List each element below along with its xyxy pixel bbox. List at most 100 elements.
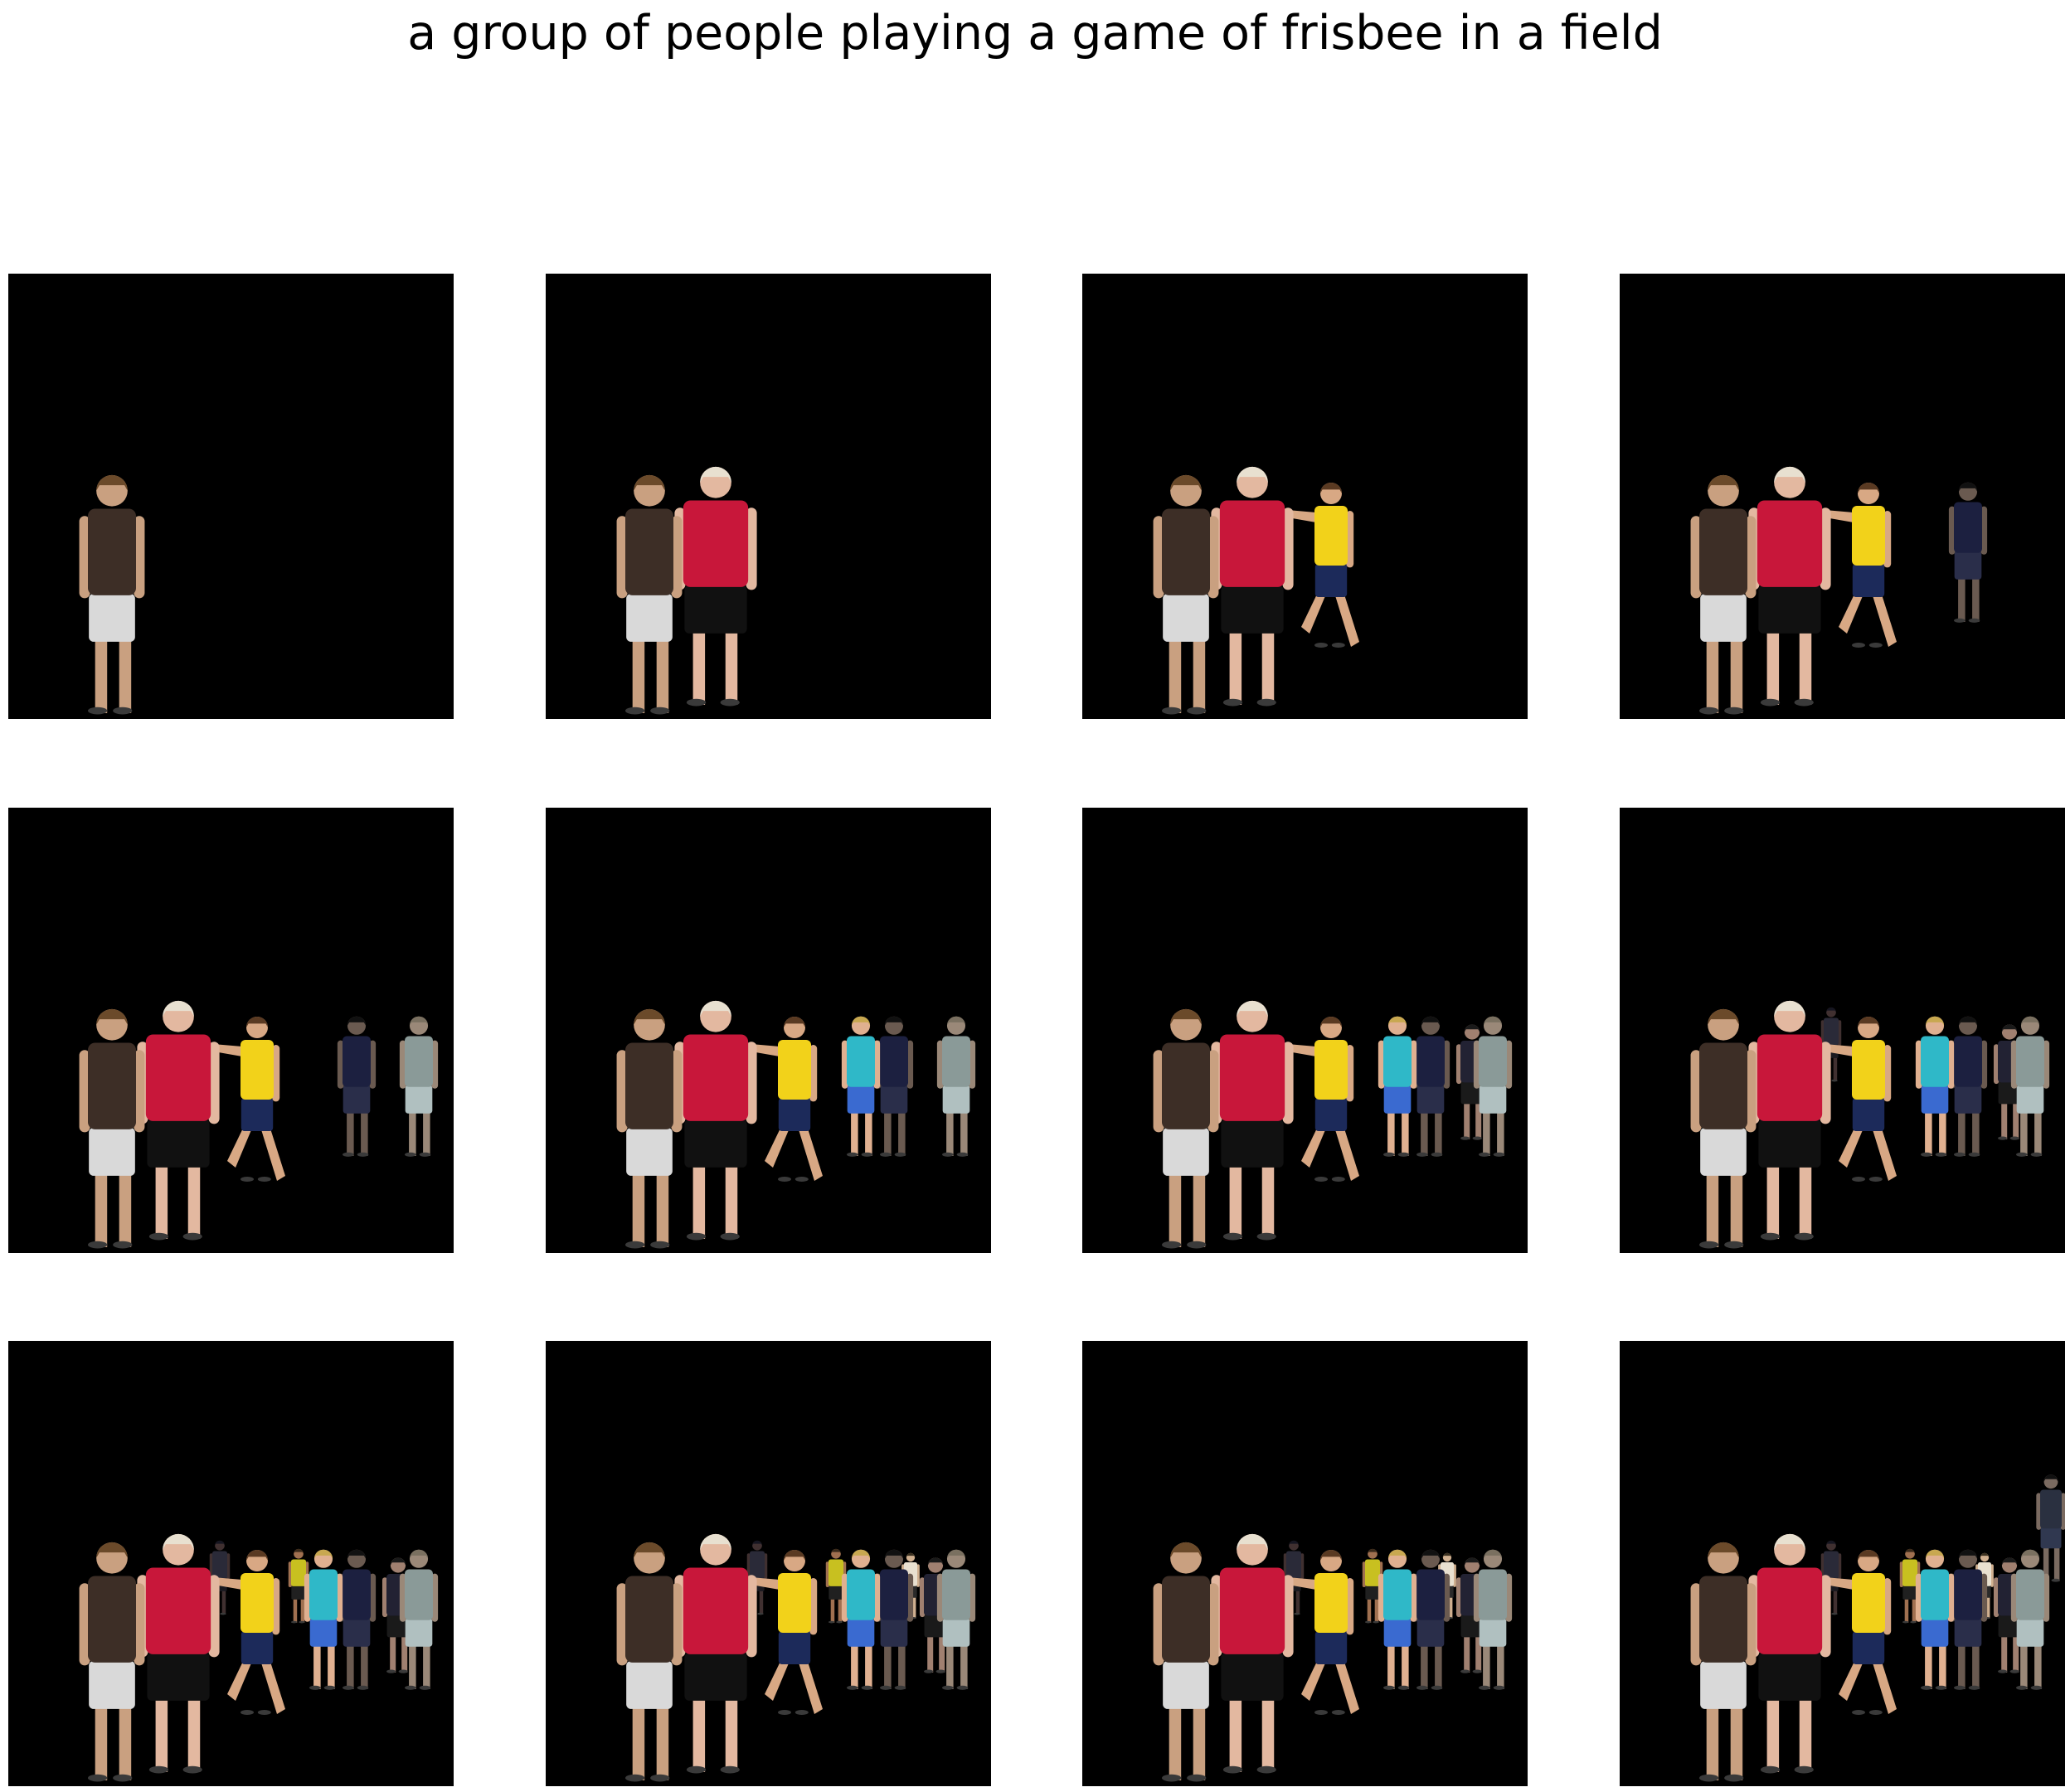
image-panel-11 bbox=[1082, 1341, 1528, 1786]
child-background-shoe bbox=[935, 1669, 945, 1673]
boy-yellow-jersey-shorts bbox=[778, 1631, 811, 1664]
player-striped-shoe bbox=[894, 1685, 906, 1690]
player-striped-shoe bbox=[894, 1152, 906, 1157]
man-brown-shirt-shoe bbox=[113, 707, 133, 715]
player-gray-faded-shirt bbox=[942, 1569, 970, 1620]
player-gray-faded-shoe bbox=[2030, 1152, 2043, 1157]
boy-yellow-jersey-shorts bbox=[1314, 1631, 1348, 1664]
image-panel-3 bbox=[1082, 274, 1528, 719]
boy-yellow-jersey-shirt bbox=[1852, 1040, 1885, 1100]
man-brown-shirt-shoe bbox=[625, 707, 645, 715]
man-brown-shirt-shirt bbox=[1699, 1576, 1747, 1663]
player-yellow-back-shoe bbox=[299, 1620, 305, 1624]
player-dark-back-shirt bbox=[212, 1551, 227, 1578]
player-striped-shorts bbox=[1416, 1618, 1445, 1647]
boy-yellow-jersey-shorts bbox=[1852, 1631, 1885, 1664]
boy-yellow-jersey-shoe bbox=[257, 1710, 271, 1715]
man-red-shirt-shoe bbox=[686, 1232, 707, 1241]
man-brown-shirt-shoe bbox=[1724, 707, 1744, 715]
man-brown-shirt-shoe bbox=[625, 1241, 645, 1249]
man-brown-shirt-figure bbox=[1153, 1542, 1219, 1782]
player-striped-figure bbox=[874, 1016, 914, 1157]
man-red-shirt-figure bbox=[1748, 1533, 1831, 1774]
girl-cyan-jersey-figure bbox=[1915, 1016, 1955, 1157]
man-brown-shirt-shoe bbox=[88, 1241, 108, 1249]
player-yellow-back-shirt bbox=[1902, 1559, 1917, 1586]
man-brown-shirt-shoe bbox=[1162, 707, 1182, 715]
player-dark-back-shoe bbox=[220, 1612, 226, 1615]
man-brown-shirt-figure bbox=[616, 474, 683, 715]
man-brown-shirt-shoe bbox=[1699, 707, 1719, 715]
man-brown-shirt-shoe bbox=[113, 1774, 133, 1782]
man-brown-shirt-figure bbox=[616, 1008, 683, 1249]
player-striped-figure bbox=[337, 1549, 377, 1690]
boy-yellow-jersey-shoe bbox=[241, 1710, 254, 1715]
player-yellow-back-shorts bbox=[828, 1584, 843, 1600]
boy-yellow-jersey-shirt bbox=[241, 1573, 274, 1633]
man-brown-shirt-shirt bbox=[1162, 508, 1210, 595]
man-brown-shirt-shorts bbox=[626, 1660, 673, 1709]
girl-cyan-jersey-shoe bbox=[1383, 1152, 1395, 1157]
player-striped-shorts bbox=[1954, 551, 1982, 580]
girl-cyan-jersey-figure bbox=[841, 1016, 881, 1157]
man-brown-shirt-figure bbox=[1690, 474, 1757, 715]
man-brown-shirt-shirt bbox=[88, 508, 136, 595]
player-yellow-back-shirt bbox=[828, 1559, 843, 1586]
man-brown-shirt-shoe bbox=[88, 1774, 108, 1782]
player-dark-back-shoe bbox=[1831, 1612, 1838, 1615]
man-brown-shirt-shoe bbox=[1724, 1774, 1744, 1782]
boy-yellow-jersey-shoe bbox=[1852, 1177, 1865, 1182]
player-gray-faded-shirt bbox=[1479, 1569, 1507, 1620]
man-red-shirt-shirt bbox=[683, 500, 749, 587]
child-background-shoe bbox=[1472, 1669, 1482, 1673]
player-striped-shorts bbox=[880, 1085, 908, 1114]
boy-yellow-jersey-shirt bbox=[778, 1040, 811, 1100]
man-red-shirt-shoe bbox=[1794, 698, 1814, 707]
man-red-shirt-shoe bbox=[148, 1765, 169, 1774]
man-red-shirt-shoe bbox=[1760, 1765, 1781, 1774]
man-red-shirt-shorts bbox=[1221, 1119, 1284, 1168]
man-brown-shirt-shoe bbox=[88, 707, 108, 715]
man-red-shirt-shoe bbox=[720, 1232, 740, 1241]
player-striped-shoe bbox=[880, 1685, 892, 1690]
girl-cyan-jersey-shoe bbox=[1397, 1685, 1410, 1690]
player-striped-shirt bbox=[1954, 1036, 1982, 1087]
player-striped-figure bbox=[1411, 1016, 1450, 1157]
girl-cyan-jersey-shirt bbox=[1383, 1569, 1412, 1620]
man-red-shirt-figure bbox=[674, 466, 757, 707]
man-red-shirt-shorts bbox=[1758, 1119, 1821, 1168]
boy-yellow-jersey-shirt bbox=[1852, 1573, 1885, 1633]
player-gray-faded-shoe bbox=[2016, 1152, 2028, 1157]
player-striped-shoe bbox=[343, 1685, 354, 1690]
panel-canvas bbox=[79, 474, 145, 715]
man-red-shirt-figure bbox=[1211, 1000, 1294, 1241]
girl-cyan-jersey-shorts bbox=[847, 1618, 875, 1647]
player-striped-shorts bbox=[343, 1618, 371, 1647]
player-yellow-back-shoe bbox=[828, 1620, 835, 1624]
man-brown-shirt-shoe bbox=[1162, 1774, 1182, 1782]
boy-yellow-jersey-shoe bbox=[778, 1710, 791, 1715]
child-background-shoe bbox=[2009, 1669, 2019, 1673]
man-red-shirt-shoe bbox=[686, 1765, 707, 1774]
player-yellow-back-shirt bbox=[291, 1559, 306, 1586]
man-red-shirt-shirt bbox=[1219, 1567, 1285, 1654]
man-red-shirt-shoe bbox=[1794, 1232, 1814, 1241]
boy-yellow-jersey-shorts bbox=[241, 1631, 274, 1664]
player-gray-faded-shoe bbox=[956, 1685, 969, 1690]
child-background-shoe bbox=[398, 1669, 408, 1673]
player-gray-faded-shoe bbox=[1493, 1685, 1505, 1690]
man-brown-shirt-shoe bbox=[1187, 707, 1207, 715]
boy-yellow-jersey-shoe bbox=[1868, 1177, 1883, 1182]
girl-cyan-jersey-figure bbox=[841, 1549, 881, 1690]
man-red-shirt-shorts bbox=[147, 1119, 210, 1168]
man-brown-shirt-shorts bbox=[89, 1660, 135, 1709]
player-striped-shoe bbox=[1968, 618, 1980, 623]
boy-yellow-jersey-shoe bbox=[1852, 1710, 1865, 1715]
man-red-shirt-shirt bbox=[1757, 1567, 1823, 1654]
player-striped-shoe bbox=[1968, 1685, 1980, 1690]
player-yellow-back-shoe bbox=[836, 1620, 843, 1624]
man-red-shirt-shoe bbox=[1794, 1765, 1814, 1774]
man-red-shirt-figure bbox=[674, 1000, 757, 1241]
person-far-right-shirt bbox=[2040, 1489, 2062, 1529]
man-brown-shirt-figure bbox=[1690, 1008, 1757, 1249]
